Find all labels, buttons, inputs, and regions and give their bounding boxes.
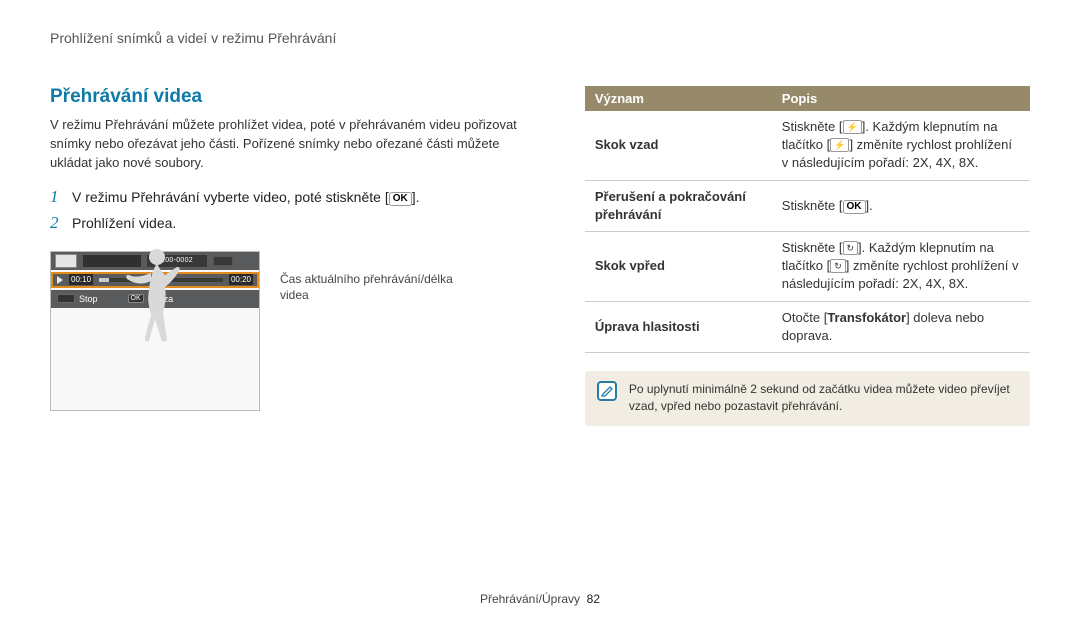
play-icon (57, 276, 63, 284)
time-total: 00:20 (229, 274, 253, 285)
note-box: Po uplynutí minimálně 2 sekund od začátk… (585, 371, 1030, 426)
flash-icon: ⚡ (830, 138, 849, 152)
step-text: V režimu Přehrávání vyberte video, poté … (72, 189, 420, 206)
time-current: 00:10 (69, 274, 93, 285)
right-column: Význam Popis Skok vzad Stiskněte [⚡]. Ka… (585, 86, 1030, 426)
page-footer: Přehrávání/Úpravy 82 (0, 592, 1080, 606)
row-desc: Stiskněte [⚡]. Každým klepnutím na tlačí… (772, 111, 1030, 180)
step-text: Prohlížení videa. (72, 215, 176, 231)
footer-page-number: 82 (587, 592, 600, 606)
section-title: Přehrávání videa (50, 86, 525, 108)
stop-label: Stop (79, 294, 98, 304)
ok-icon: OK (389, 192, 412, 206)
step-text-trailing: ]. (412, 189, 420, 205)
timer-icon: ↻ (830, 259, 846, 273)
row-label: Skok vzad (585, 111, 772, 180)
screenshot-area: 100-0002 00:10 00:20 (50, 251, 525, 411)
step-text-body: V režimu Přehrávání vyberte video, poté … (72, 189, 389, 205)
table-header-desc: Popis (772, 86, 1030, 111)
note-icon (597, 381, 617, 401)
row-label: Úprava hlasitosti (585, 301, 772, 352)
stop-button: Stop (57, 294, 98, 304)
ok-icon: OK (843, 200, 866, 214)
step-2: 2 Prohlížení videa. (50, 213, 525, 233)
left-column: Přehrávání videa V režimu Přehrávání můž… (50, 86, 525, 426)
step-number: 1 (50, 187, 72, 207)
dancer-silhouette (115, 245, 195, 345)
note-text: Po uplynutí minimálně 2 sekund od začátk… (629, 381, 1018, 416)
table-row: Skok vpřed Stiskněte [↻]. Každým klepnut… (585, 231, 1030, 301)
row-desc: Stiskněte [↻]. Každým klepnutím na tlačí… (772, 231, 1030, 301)
back-icon (57, 294, 75, 303)
flash-icon: ⚡ (843, 120, 862, 134)
step-number: 2 (50, 213, 72, 233)
row-label: Skok vpřed (585, 231, 772, 301)
controls-table: Význam Popis Skok vzad Stiskněte [⚡]. Ka… (585, 86, 1030, 353)
table-row: Přerušení a pokračování přehrávání Stisk… (585, 180, 1030, 231)
step-1: 1 V režimu Přehrávání vyberte video, pot… (50, 187, 525, 207)
battery-icon (213, 256, 233, 266)
table-row: Úprava hlasitosti Otočte [Transfokátor] … (585, 301, 1030, 352)
intro-paragraph: V režimu Přehrávání můžete prohlížet vid… (50, 116, 525, 173)
row-desc: Otočte [Transfokátor] doleva nebo doprav… (772, 301, 1030, 352)
camera-screen: 100-0002 00:10 00:20 (50, 251, 260, 411)
footer-section: Přehrávání/Úpravy (480, 592, 580, 606)
camera-thumbnail (55, 254, 77, 268)
timer-icon: ↻ (843, 241, 859, 255)
table-row: Skok vzad Stiskněte [⚡]. Každým klepnutí… (585, 111, 1030, 180)
transfokator-bold: Transfokátor (827, 310, 906, 325)
table-header-meaning: Význam (585, 86, 772, 111)
row-desc: Stiskněte [OK]. (772, 180, 1030, 231)
breadcrumb: Prohlížení snímků a videí v režimu Přehr… (50, 30, 1030, 46)
timeline-annotation: Čas aktuálního přehrávání/délka videa (280, 251, 470, 411)
row-label: Přerušení a pokračování přehrávání (585, 180, 772, 231)
